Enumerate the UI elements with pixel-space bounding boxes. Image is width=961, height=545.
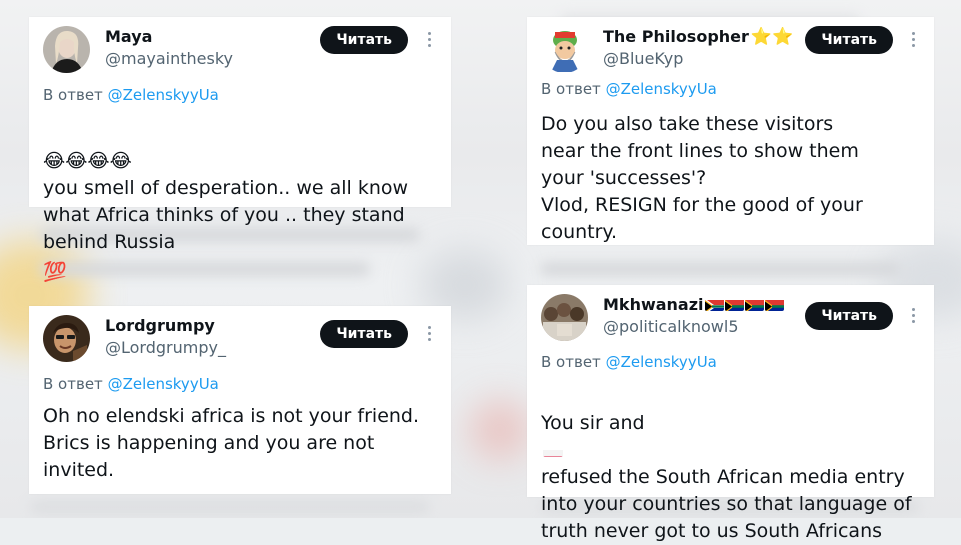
south-africa-flag-icon [744,298,764,311]
display-name[interactable]: Mkhwanazi🇿🇦🇿🇦🇿🇦🇿🇦 [603,295,784,314]
man-avatar-icon[interactable] [43,315,90,362]
reply-context: В ответ @ZelenskyyUa [43,375,219,393]
reply-context: В ответ @ZelenskyyUa [541,353,717,371]
reply-context: В ответ @ZelenskyyUa [541,80,717,98]
follow-button[interactable]: Читать [320,320,408,348]
group-avatar-icon[interactable] [541,294,588,341]
tweet-body-end: refused the South African media entry in… [541,466,912,542]
display-name[interactable]: The Philosopher ⭐⭐ [603,27,793,47]
more-options-icon[interactable] [910,32,916,50]
follow-button[interactable]: Читать [805,302,893,330]
reply-prefix: В ответ [43,375,103,393]
user-handle[interactable]: @BlueKyp [603,49,683,68]
tweet-body-start: You sir and [541,412,645,434]
display-name-text: Mkhwanazi [603,295,704,314]
laughing-emoji: 😂😂😂😂 [43,150,132,172]
tweet-header: Maya @mayainthesky Читать [43,26,437,80]
star-icon: ⭐⭐ [750,27,794,47]
more-options-icon[interactable] [910,308,916,326]
reply-mention-link[interactable]: @ZelenskyyUa [108,86,219,104]
reply-mention-link[interactable]: @ZelenskyyUa [606,80,717,98]
more-options-icon[interactable] [426,32,432,50]
hundred-emoji: 💯 [43,261,67,283]
user-handle[interactable]: @mayainthesky [105,49,233,68]
reply-mention-link[interactable]: @ZelenskyyUa [606,353,717,371]
follow-button[interactable]: Читать [320,26,408,54]
display-name[interactable]: Maya [105,27,152,46]
reply-prefix: В ответ [541,353,601,371]
tweet-card-maya: Maya @mayainthesky Читать В ответ @Zelen… [29,17,451,283]
tweet-text: You sir and refused the South African me… [541,383,926,545]
poland-flag-icon [543,444,563,457]
follow-button[interactable]: Читать [805,26,893,54]
more-options-icon[interactable] [426,326,432,344]
reply-mention-link[interactable]: @ZelenskyyUa [108,375,219,393]
tweet-body: you smell of desperation.. we all know w… [43,177,409,253]
display-name-text: The Philosopher [603,27,749,46]
display-name[interactable]: Lordgrumpy [105,316,215,335]
tweet-text: 😂😂😂😂 you smell of desperation.. we all k… [43,118,443,286]
tweet-header: Lordgrumpy @Lordgrumpy_ Читать [43,315,437,369]
reply-context: В ответ @ZelenskyyUa [43,86,219,104]
tweet-card-philosopher: The Philosopher ⭐⭐ @BlueKyp Читать В отве… [527,17,934,245]
tweet-card-lordgrumpy: Lordgrumpy @Lordgrumpy_ Читать В ответ @… [29,306,451,494]
tweet-card-mkhwanazi: Mkhwanazi🇿🇦🇿🇦🇿🇦🇿🇦 @politicalknowl5 Читат… [527,285,934,542]
reply-prefix: В ответ [43,86,103,104]
cartoon-avatar-icon[interactable] [541,26,588,73]
tweet-text: Do you also take these visitors near the… [541,113,863,243]
tweet-header: Mkhwanazi🇿🇦🇿🇦🇿🇦🇿🇦 @politicalknowl5 Читат… [541,294,920,348]
woman-avatar-icon[interactable] [43,26,90,73]
south-africa-flag-icon [724,298,744,311]
south-africa-flag-icon [704,298,724,311]
tweet-text: Oh no elendski africa is not your friend… [43,405,420,481]
user-handle[interactable]: @politicalknowl5 [603,317,739,336]
tweet-header: The Philosopher ⭐⭐ @BlueKyp Читать [541,26,920,80]
user-handle[interactable]: @Lordgrumpy_ [105,338,226,357]
reply-prefix: В ответ [541,80,601,98]
south-africa-flag-icon [764,298,784,311]
